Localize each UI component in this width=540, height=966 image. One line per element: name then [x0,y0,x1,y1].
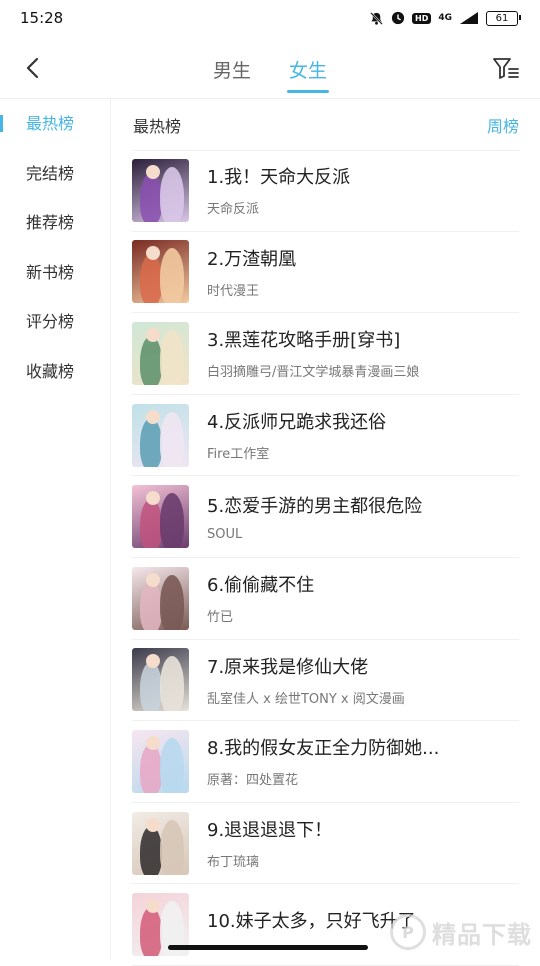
gender-tabs: 男生 女生 [0,56,540,93]
comic-title[interactable]: 3.黑莲花攻略手册[穿书] [207,326,519,352]
comic-author: 天命反派 [207,202,260,218]
sidebar-item-new[interactable]: 新书榜 [0,248,110,298]
sidebar-item-finished[interactable]: 完结榜 [0,149,110,199]
comic-cover[interactable] [132,158,189,222]
ranking-header: 最热榜 周榜 [133,99,519,151]
comic-info: 9.退退退退下！ 布丁琉璃 [207,816,519,870]
comic-cover[interactable] [132,240,189,304]
comic-info: 1.我！天命大反派天命反派 [207,163,519,217]
status-time: 15:28 [20,9,64,27]
comic-author: 白羽摘雕弓/晋江文学城暴青漫画三娘 [207,365,420,381]
comic-title[interactable]: 5.恋爱手游的男主都很危险 [207,492,519,518]
sidebar-item-rating[interactable]: 评分榜 [0,297,110,347]
comic-title[interactable]: 1.我！天命大反派 [207,163,519,189]
home-indicator[interactable] [168,945,368,950]
top-nav: 男生 女生 [0,40,540,99]
watermark-text: 精品下载 [432,920,532,949]
comic-cover[interactable] [132,321,189,385]
list-item[interactable]: 6.偷偷藏不住竹已 [132,558,519,640]
list-item[interactable]: 2.万渣朝凰时代漫王 [132,232,519,314]
comic-info: 7.原来我是修仙大佬乱室佳人 x 绘世TONY x 阅文漫画 [207,653,519,707]
comic-author: 时代漫王 [207,283,260,299]
comic-author: 乱室佳人 x 绘世TONY x 阅文漫画 [207,691,405,707]
comic-cover[interactable] [132,729,189,793]
list-item[interactable]: 3.黑莲花攻略手册[穿书] 白羽摘雕弓/晋江文学城暴青漫画三娘 [132,313,519,395]
watermark-logo-icon: P [390,914,426,950]
comic-cover[interactable] [132,648,189,712]
comic-title[interactable]: 4.反派师兄跪求我还俗 [207,408,519,434]
signal-icon [459,11,479,25]
list-item[interactable]: 8.我的假女友正全力防御她... 原著：四处置花 [132,721,519,803]
comic-info: 8.我的假女友正全力防御她... 原著：四处置花 [207,734,519,788]
mute-bell-icon [369,11,384,26]
comic-title[interactable]: 6.偷偷藏不住 [207,571,519,597]
comic-title[interactable]: 8.我的假女友正全力防御她... [207,734,519,760]
tab-female[interactable]: 女生 [287,56,330,93]
battery-icon: 61 [486,10,521,26]
ranking-title: 最热榜 [133,116,182,136]
watermark: P 精品下载 [390,914,532,950]
filter-icon[interactable] [492,56,520,82]
comic-title[interactable]: 2.万渣朝凰 [207,245,519,271]
ranking-panel: 最热榜 周榜 1.我！天命大反派天命反派 2.万渣朝凰时代漫王 3.黑莲花攻略手册[… [111,99,540,966]
comic-info: 2.万渣朝凰时代漫王 [207,245,519,299]
clock-icon [391,11,405,25]
comic-author: 原著：四处置花 [207,773,299,789]
comic-cover[interactable] [132,485,189,549]
comic-author: 竹已 [207,610,234,626]
ranking-list: 1.我！天命大反派天命反派 2.万渣朝凰时代漫王 3.黑莲花攻略手册[穿书] 白羽摘雕… [132,150,519,966]
hd-icon: HD [412,12,432,24]
comic-cover[interactable] [132,811,189,875]
network-label: 4G [438,12,452,23]
sidebar-item-hot[interactable]: 最热榜 [0,99,110,149]
battery-level: 61 [495,12,509,24]
tab-male[interactable]: 男生 [213,56,251,93]
comic-author: Fire工作室 [207,447,270,463]
ranking-sidebar: 最热榜 完结榜 推荐榜 新书榜 评分榜 收藏榜 [0,99,111,960]
period-selector[interactable]: 周榜 [487,113,519,137]
list-item[interactable]: 1.我！天命大反派天命反派 [132,150,519,232]
comic-cover[interactable] [132,566,189,630]
comic-author: SOUL [207,526,243,542]
comic-cover[interactable] [132,403,189,467]
list-item[interactable]: 4.反派师兄跪求我还俗 Fire工作室 [132,395,519,477]
sidebar-item-recommended[interactable]: 推荐榜 [0,198,110,248]
comic-title[interactable]: 9.退退退退下！ [207,816,519,842]
comic-info: 3.黑莲花攻略手册[穿书] 白羽摘雕弓/晋江文学城暴青漫画三娘 [207,326,519,380]
comic-info: 4.反派师兄跪求我还俗 Fire工作室 [207,408,519,462]
list-item[interactable]: 9.退退退退下！ 布丁琉璃 [132,803,519,885]
comic-info: 6.偷偷藏不住竹已 [207,571,519,625]
sidebar-item-favorites[interactable]: 收藏榜 [0,347,110,397]
status-icons: HD 4G 61 [369,10,521,26]
comic-info: 5.恋爱手游的男主都很危险 SOUL [207,492,519,542]
list-item[interactable]: 5.恋爱手游的男主都很危险 SOUL [132,476,519,558]
comic-author: 布丁琉璃 [207,855,260,871]
status-bar: 15:28 HD 4G 61 [0,0,540,36]
comic-title[interactable]: 7.原来我是修仙大佬 [207,653,519,679]
list-item[interactable]: 7.原来我是修仙大佬乱室佳人 x 绘世TONY x 阅文漫画 [132,640,519,722]
